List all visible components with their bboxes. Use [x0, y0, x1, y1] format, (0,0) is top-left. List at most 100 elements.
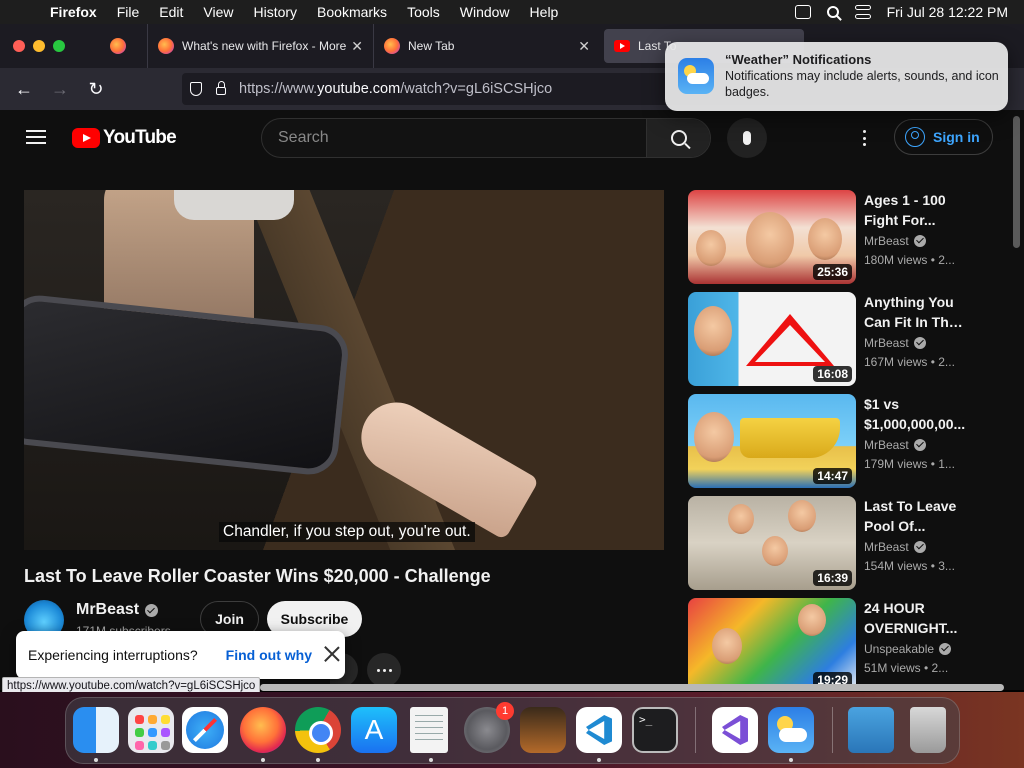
video-thumbnail[interactable]: 25:36: [688, 190, 856, 284]
running-indicator: [789, 758, 793, 762]
more-actions-button[interactable]: [367, 653, 401, 687]
video-thumbnail[interactable]: 14:47: [688, 394, 856, 488]
forward-arrow-icon[interactable]: →: [42, 79, 78, 100]
reload-icon[interactable]: ↻: [78, 79, 114, 100]
thumbnail-triangle-inner: [755, 325, 825, 362]
recommendation-title[interactable]: $1 vs $1,000,000,00...: [864, 394, 968, 434]
terminal-icon[interactable]: >_: [632, 707, 678, 753]
recommendation-meta: 154M views • 3...: [864, 559, 955, 573]
recommendation-item[interactable]: 16:39 Last To Leave Pool Of... MrBeast 15…: [688, 496, 988, 590]
recommendation-item[interactable]: 25:36 Ages 1 - 100 Fight For... MrBeast 1…: [688, 190, 988, 284]
settings-kebab-icon[interactable]: [863, 130, 867, 146]
video-frame-shirt: [174, 190, 294, 220]
menubar-clock[interactable]: Fri Jul 28 12:22 PM: [887, 4, 1008, 20]
find-out-why-link[interactable]: Find out why: [226, 647, 312, 663]
close-icon[interactable]: [323, 645, 341, 663]
trash-icon[interactable]: [910, 707, 946, 753]
video-title: Last To Leave Roller Coaster Wins $20,00…: [24, 566, 491, 586]
running-indicator: [429, 758, 433, 762]
recommendation-title[interactable]: Anything You Can Fit In The...: [864, 292, 968, 332]
thumbnail-face: [694, 306, 732, 356]
recommendation-channel[interactable]: Unspeakable: [864, 642, 952, 656]
app-store-icon[interactable]: A: [351, 707, 397, 753]
close-tab-icon[interactable]: ✕: [351, 38, 363, 55]
verified-badge-icon: [913, 439, 926, 451]
video-thumbnail[interactable]: 16:39: [688, 496, 856, 590]
channel-name[interactable]: MrBeast: [76, 601, 159, 619]
menu-tools[interactable]: Tools: [397, 4, 450, 20]
close-tab-icon[interactable]: ✕: [578, 38, 590, 55]
menu-app-name[interactable]: Firefox: [40, 4, 107, 20]
chrome-icon[interactable]: [295, 707, 341, 753]
visual-studio-icon[interactable]: [712, 707, 758, 753]
minimize-window-button[interactable]: [33, 40, 45, 52]
toast-message: Experiencing interruptions?: [28, 647, 198, 663]
youtube-logo[interactable]: YouTube: [72, 127, 177, 149]
weather-notification[interactable]: “Weather” Notifications Notifications ma…: [665, 42, 1008, 111]
verified-badge-icon: [913, 337, 926, 349]
menu-file[interactable]: File: [107, 4, 150, 20]
recommendation-channel[interactable]: MrBeast: [864, 336, 926, 350]
recommendation-title[interactable]: Ages 1 - 100 Fight For...: [864, 190, 968, 230]
finder-icon[interactable]: [73, 707, 119, 753]
tracking-protection-shield-icon[interactable]: [190, 82, 202, 96]
downloads-folder-icon[interactable]: [848, 707, 894, 753]
tab-new-tab[interactable]: New Tab ✕: [374, 24, 600, 68]
duration-badge: 25:36: [813, 264, 852, 280]
search-button[interactable]: [646, 119, 710, 157]
textedit-icon[interactable]: [410, 707, 448, 753]
search-input[interactable]: Search: [262, 119, 646, 157]
menu-bookmarks[interactable]: Bookmarks: [307, 4, 397, 20]
horizontal-scrollbar[interactable]: [260, 684, 1004, 691]
menu-edit[interactable]: Edit: [149, 4, 193, 20]
duration-badge: 14:47: [813, 468, 852, 484]
video-thumbnail[interactable]: 16:08: [688, 292, 856, 386]
control-center-icon[interactable]: [854, 5, 871, 19]
vscode-icon[interactable]: [576, 707, 622, 753]
recommendation-channel[interactable]: MrBeast: [864, 540, 926, 554]
recommendation-meta: 180M views • 2...: [864, 253, 955, 267]
recommendation-item[interactable]: 19:29 24 HOUR OVERNIGHT... Unspeakable 51…: [688, 598, 988, 690]
thumbnail-face: [696, 230, 726, 266]
thumbnail-face: [694, 412, 734, 462]
menu-view[interactable]: View: [193, 4, 243, 20]
tab-whats-new[interactable]: What's new with Firefox - More ✕: [148, 24, 374, 68]
menu-window[interactable]: Window: [450, 4, 520, 20]
running-indicator: [94, 758, 98, 762]
recommendation-channel[interactable]: MrBeast: [864, 438, 926, 452]
tab-pinned-firefox[interactable]: [88, 24, 148, 68]
video-thumbnail[interactable]: 19:29: [688, 598, 856, 690]
url-text[interactable]: https://www.youtube.com/watch?v=gL6iSCSH…: [239, 81, 552, 97]
menu-help[interactable]: Help: [520, 4, 569, 20]
thumbnail-face: [746, 212, 794, 268]
close-window-button[interactable]: [13, 40, 25, 52]
hamburger-menu-icon[interactable]: [26, 130, 46, 144]
recommendation-title[interactable]: 24 HOUR OVERNIGHT...: [864, 598, 968, 638]
recommendation-title[interactable]: Last To Leave Pool Of...: [864, 496, 968, 536]
lock-icon[interactable]: [216, 81, 226, 95]
recommendation-channel[interactable]: MrBeast: [864, 234, 926, 248]
youtube-icon: [614, 40, 630, 52]
sign-in-button[interactable]: Sign in: [894, 119, 993, 155]
voice-search-button[interactable]: [727, 118, 767, 158]
zoom-window-button[interactable]: [53, 40, 65, 52]
safari-icon[interactable]: [182, 707, 228, 753]
menu-history[interactable]: History: [243, 4, 307, 20]
launchpad-icon[interactable]: [128, 707, 174, 753]
thumbnail-face: [798, 604, 826, 636]
garageband-icon[interactable]: [520, 707, 566, 753]
recommendation-item[interactable]: 16:08 Anything You Can Fit In The... MrBe…: [688, 292, 988, 386]
recommendation-meta: 179M views • 1...: [864, 457, 955, 471]
firefox-icon[interactable]: [240, 707, 286, 753]
duration-badge: 16:39: [813, 570, 852, 586]
spotlight-search-icon[interactable]: [826, 6, 839, 18]
terminal-prompt: >_: [639, 713, 653, 726]
video-player[interactable]: Chandler, if you step out, you're out.: [24, 190, 664, 550]
video-caption: Chandler, if you step out, you're out.: [219, 522, 475, 542]
back-arrow-icon[interactable]: ←: [6, 79, 42, 100]
screen-mirroring-icon[interactable]: [794, 5, 811, 19]
recommendation-item[interactable]: 14:47 $1 vs $1,000,000,00... MrBeast 179M…: [688, 394, 988, 488]
thumbnail-face: [788, 500, 816, 532]
weather-icon[interactable]: [768, 707, 814, 753]
vertical-scrollbar-thumb[interactable]: [1013, 116, 1020, 248]
